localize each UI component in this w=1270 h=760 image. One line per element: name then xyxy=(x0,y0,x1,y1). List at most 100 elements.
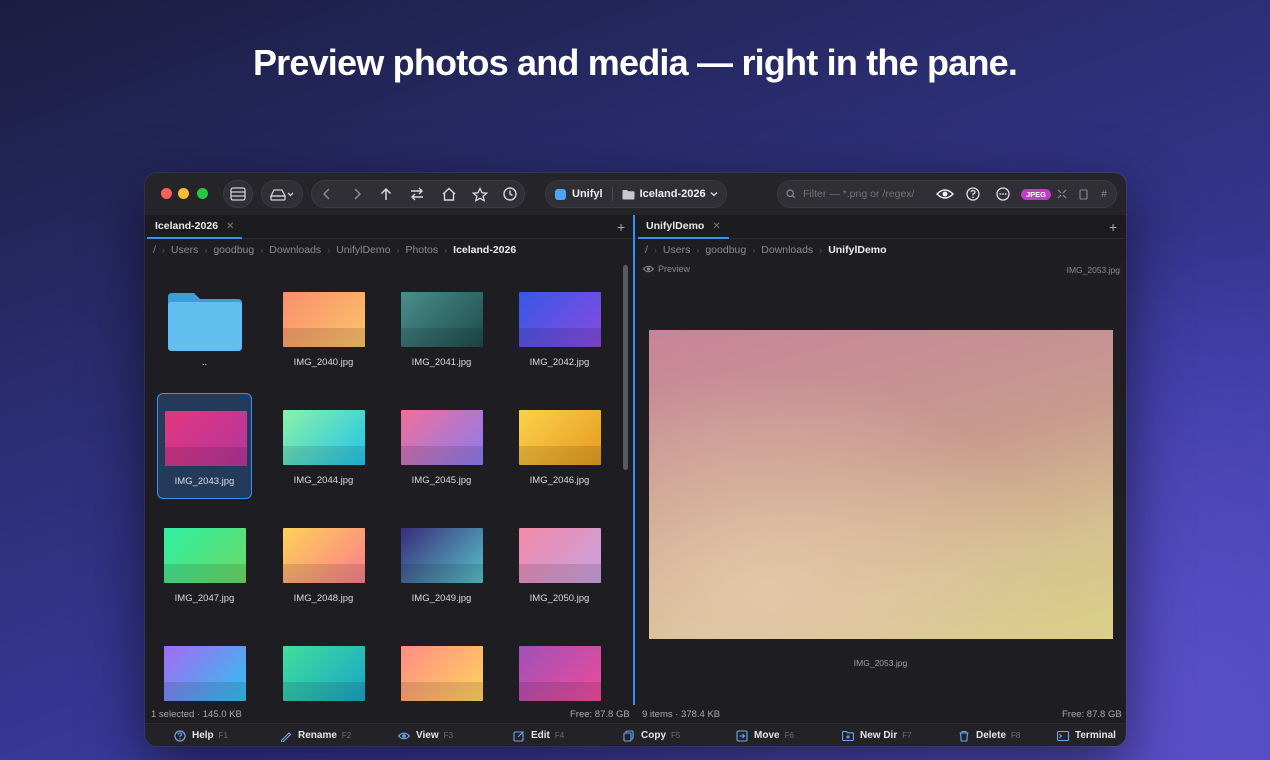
new-tab-left-button[interactable]: + xyxy=(617,219,625,235)
file-item[interactable] xyxy=(394,629,489,705)
preview-caption: IMG_2053.jpg xyxy=(853,658,908,668)
fkey-shortcut: F1 xyxy=(218,731,229,740)
filter-input[interactable] xyxy=(803,188,931,200)
close-window-button[interactable] xyxy=(161,188,172,199)
fkey-label: Help xyxy=(192,730,214,741)
fkey-edit-button[interactable]: Edit F4 xyxy=(513,724,564,746)
file-item[interactable]: IMG_2045.jpg xyxy=(394,393,489,499)
forward-button[interactable] xyxy=(342,187,372,201)
tab-label: UnifylDemo xyxy=(646,220,705,232)
breadcrumb-item[interactable]: Users xyxy=(663,244,690,256)
minimize-window-button[interactable] xyxy=(178,188,189,199)
fkey-shortcut: F3 xyxy=(443,731,453,740)
preview-toggle-button[interactable] xyxy=(933,188,957,200)
layout-toggle-button[interactable] xyxy=(223,180,253,208)
fkey-shortcut: F7 xyxy=(902,731,912,740)
fkey-label: Edit xyxy=(531,730,550,741)
breadcrumb-item[interactable]: Photos xyxy=(405,244,438,256)
chevron-right-icon xyxy=(354,188,361,200)
file-name: IMG_2048.jpg xyxy=(293,593,354,604)
file-item[interactable]: IMG_2040.jpg xyxy=(276,275,371,381)
fkey-view-button[interactable]: View F3 xyxy=(398,724,453,746)
fkey-copy-button[interactable]: Copy F5 xyxy=(623,724,680,746)
fkey-help-button[interactable]: Help F1 xyxy=(174,724,228,746)
move-icon xyxy=(736,729,748,742)
file-item[interactable]: IMG_2044.jpg xyxy=(276,393,371,499)
home-button[interactable] xyxy=(433,187,465,201)
preview-filename: IMG_2053.jpg xyxy=(1066,265,1120,275)
breadcrumb-item[interactable]: / xyxy=(645,244,648,256)
new-tab-right-button[interactable]: + xyxy=(1109,219,1117,235)
fkey-move-button[interactable]: Move F6 xyxy=(736,724,794,746)
hash-button[interactable]: # xyxy=(1093,189,1115,200)
breadcrumb-item[interactable]: Downloads xyxy=(761,244,813,256)
breadcrumb-separator-icon: › xyxy=(327,245,331,255)
fkey-new-dir-button[interactable]: New Dir F7 xyxy=(842,724,912,746)
history-icon xyxy=(503,187,517,201)
parent-folder-button[interactable] xyxy=(371,187,401,201)
file-item[interactable]: IMG_2046.jpg xyxy=(512,393,607,499)
breadcrumb-item[interactable]: goodbug xyxy=(213,244,254,256)
drive-menu-button[interactable] xyxy=(261,180,303,208)
file-item[interactable]: IMG_2047.jpg xyxy=(157,511,252,617)
thumbnail-image xyxy=(283,292,365,347)
file-name: IMG_2040.jpg xyxy=(293,357,354,368)
fkey-label: New Dir xyxy=(860,730,898,741)
fkey-label: Terminal xyxy=(1075,730,1116,741)
thumbnail-image xyxy=(283,528,365,583)
file-item[interactable]: IMG_2041.jpg xyxy=(394,275,489,381)
breadcrumb-item[interactable]: Iceland-2026 xyxy=(453,244,516,256)
swap-panes-button[interactable] xyxy=(401,187,433,201)
breadcrumb-item[interactable]: UnifylDemo xyxy=(828,244,886,256)
breadcrumb-separator-icon: › xyxy=(819,245,823,255)
image-tools-button[interactable] xyxy=(1051,189,1073,199)
close-tab-icon[interactable]: ✕ xyxy=(226,221,234,232)
app-name: Unifyl xyxy=(572,188,603,200)
more-button[interactable] xyxy=(989,187,1017,201)
file-item[interactable] xyxy=(276,629,371,705)
function-key-bar: Help F1 Rename F2 View F3 Edit F4 Copy F5 Move F6 Ne… xyxy=(145,723,1126,746)
close-tab-icon[interactable]: ✕ xyxy=(712,221,720,232)
file-item[interactable] xyxy=(512,629,607,705)
breadcrumb-item[interactable]: / xyxy=(153,244,156,256)
breadcrumb-item[interactable]: Downloads xyxy=(269,244,321,256)
location-switcher[interactable]: Unifyl Iceland-2026 xyxy=(545,180,727,208)
breadcrumb-left: / › Users › goodbug › Downloads › UnifylDemo › Pho… xyxy=(153,239,516,261)
fkey-terminal-button[interactable]: Terminal xyxy=(1057,724,1116,746)
parent-folder-item[interactable]: .. xyxy=(157,275,252,381)
thumbnail-image xyxy=(164,528,246,583)
file-item[interactable]: IMG_2050.jpg xyxy=(512,511,607,617)
breadcrumb-separator-icon: › xyxy=(444,245,448,255)
file-item[interactable]: IMG_2043.jpg xyxy=(157,393,252,499)
breadcrumb-separator-icon: › xyxy=(752,245,756,255)
fkey-shortcut: F2 xyxy=(341,731,352,740)
breadcrumb-separator-icon: › xyxy=(396,245,400,255)
chevron-left-icon xyxy=(322,188,330,200)
thumbnail-image xyxy=(165,411,247,466)
file-item[interactable] xyxy=(157,629,252,705)
fkey-rename-button[interactable]: Rename F2 xyxy=(280,724,351,746)
back-button[interactable] xyxy=(312,187,342,201)
preview-label: Preview xyxy=(658,264,691,274)
clipboard-button[interactable] xyxy=(1073,188,1093,200)
help-button[interactable] xyxy=(957,187,989,201)
breadcrumb-separator-icon: › xyxy=(204,245,208,255)
tab-unifyldemo[interactable]: UnifylDemo ✕ xyxy=(638,215,729,239)
favorites-button[interactable] xyxy=(465,186,497,202)
zoom-window-button[interactable] xyxy=(197,188,208,199)
tab-label: Iceland-2026 xyxy=(155,220,219,232)
history-button[interactable] xyxy=(496,186,524,202)
fkey-delete-button[interactable]: Delete F8 xyxy=(958,724,1020,746)
tab-iceland-2026[interactable]: Iceland-2026 ✕ xyxy=(147,215,243,239)
breadcrumb-item[interactable]: goodbug xyxy=(705,244,746,256)
current-folder-name: Iceland-2026 xyxy=(639,188,706,200)
thumbnail-image xyxy=(401,646,483,701)
headline: Preview photos and media — right in the … xyxy=(252,42,1018,83)
fkey-shortcut: F6 xyxy=(784,731,794,740)
scrollbar[interactable] xyxy=(623,265,628,470)
breadcrumb-item[interactable]: UnifylDemo xyxy=(336,244,390,256)
breadcrumb-item[interactable]: Users xyxy=(171,244,198,256)
file-item[interactable]: IMG_2049.jpg xyxy=(394,511,489,617)
file-item[interactable]: IMG_2048.jpg xyxy=(276,511,371,617)
file-item[interactable]: IMG_2042.jpg xyxy=(512,275,607,381)
